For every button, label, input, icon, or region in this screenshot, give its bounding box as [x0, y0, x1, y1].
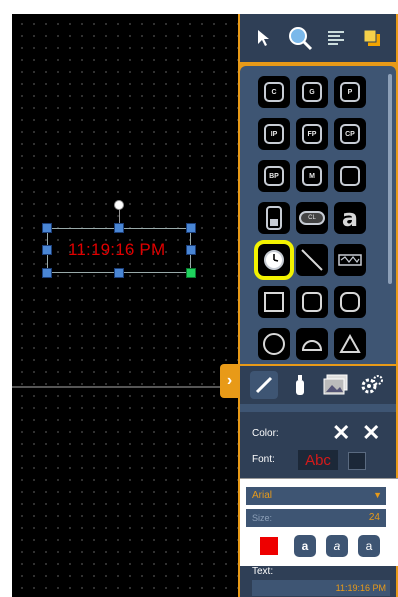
- resize-handle-s[interactable]: [114, 268, 124, 278]
- tab-settings[interactable]: [358, 371, 386, 399]
- shape-bp[interactable]: BP: [258, 160, 290, 192]
- shape-text[interactable]: a: [334, 202, 366, 234]
- resize-handle-e[interactable]: [186, 245, 196, 255]
- image-icon: [323, 374, 348, 395]
- line-icon: [301, 249, 323, 271]
- italic-a-icon: a: [333, 539, 341, 553]
- pencil-icon: [255, 376, 273, 394]
- top-border: [12, 0, 398, 14]
- bold-style-button[interactable]: a: [294, 535, 316, 557]
- shape-cp[interactable]: CP: [334, 118, 366, 150]
- shape-line[interactable]: [296, 244, 328, 276]
- layers-icon[interactable]: [358, 24, 386, 52]
- clock-text-object[interactable]: 11:19:16 PM: [68, 240, 165, 260]
- shape-rounded-square-large[interactable]: [334, 286, 366, 318]
- rotation-handle[interactable]: [114, 200, 124, 210]
- size-value: 24: [368, 512, 380, 523]
- color-label: Color:: [252, 428, 279, 439]
- font-label: Font:: [252, 454, 275, 465]
- shape-label: FP: [302, 124, 322, 144]
- tab-draw[interactable]: [250, 371, 278, 399]
- square-icon: [264, 292, 284, 312]
- resize-handle-nw[interactable]: [42, 223, 52, 233]
- resize-handle-w[interactable]: [42, 245, 52, 255]
- shape-cl[interactable]: CL: [296, 202, 328, 234]
- canvas-guide-line: [12, 386, 222, 388]
- drawing-canvas[interactable]: 11:19:16 PM: [12, 14, 238, 597]
- size-field[interactable]: Size: 24: [246, 509, 386, 527]
- shape-wave[interactable]: [334, 244, 366, 276]
- grid-icon[interactable]: [348, 452, 366, 470]
- text-label: Text:: [252, 566, 274, 577]
- shape-p[interactable]: P: [334, 76, 366, 108]
- resize-handle-ne[interactable]: [186, 223, 196, 233]
- shape-gauge[interactable]: [258, 202, 290, 234]
- shape-label: CL: [299, 211, 325, 225]
- shape-triangle[interactable]: [334, 328, 366, 360]
- rounded-square-large-icon: [340, 292, 360, 312]
- font-name: Arial: [252, 490, 273, 501]
- shape-half-circle[interactable]: [296, 328, 328, 360]
- chevron-down-icon: ▼: [373, 490, 382, 500]
- tab-fill[interactable]: [286, 371, 314, 399]
- shape-m[interactable]: M: [296, 160, 328, 192]
- shape-label: C: [264, 82, 284, 102]
- properties-panel: Color: ✕ ✕ Font: Abc Arial ▼ Size: 24 a …: [240, 412, 398, 597]
- top-toolbar: [240, 14, 396, 62]
- clock-icon: [264, 250, 284, 270]
- shape-ip[interactable]: IP: [258, 118, 290, 150]
- shape-circle[interactable]: [258, 328, 290, 360]
- text-value-field[interactable]: 11:19:16 PM: [252, 580, 390, 596]
- resize-handle-sw[interactable]: [42, 268, 52, 278]
- shape-grid: C G P IP FP CP BP M CL a: [254, 76, 378, 360]
- shape-g[interactable]: G: [296, 76, 328, 108]
- tab-images[interactable]: [322, 371, 350, 399]
- tool-panel: C G P IP FP CP BP M CL a Color: ✕ ✕ Font…: [238, 14, 398, 597]
- shape-label: BP: [264, 166, 284, 186]
- clear-color-icon[interactable]: ✕: [332, 420, 350, 446]
- editor-window: 11:19:16 PM › C G P IP FP CP BP M CL a C…: [0, 0, 398, 597]
- outline-style-button[interactable]: a: [358, 535, 380, 557]
- blank-square-icon: [340, 166, 360, 186]
- rounded-square-icon: [302, 292, 322, 312]
- chevron-right-icon: ›: [226, 372, 233, 389]
- shape-clock[interactable]: [254, 240, 294, 280]
- wave-icon: [338, 254, 362, 266]
- text-a-icon: a: [341, 204, 359, 232]
- shape-rounded-square[interactable]: [296, 286, 328, 318]
- clear-color-icon-2[interactable]: ✕: [362, 420, 380, 446]
- italic-style-button[interactable]: a: [326, 535, 348, 557]
- outline-a-icon: a: [365, 539, 373, 553]
- pointer-icon[interactable]: [250, 24, 278, 52]
- shape-label: G: [302, 82, 322, 102]
- shape-fp[interactable]: FP: [296, 118, 328, 150]
- align-icon[interactable]: [322, 24, 350, 52]
- shape-label: M: [302, 166, 322, 186]
- resize-handle-n[interactable]: [114, 223, 124, 233]
- size-label: Size:: [252, 513, 273, 523]
- shape-label: P: [340, 82, 360, 102]
- palette-scrollbar[interactable]: [388, 74, 392, 284]
- shape-label: IP: [264, 124, 284, 144]
- font-preview-button[interactable]: Abc: [298, 450, 338, 470]
- zoom-icon[interactable]: [286, 24, 314, 52]
- shape-label: CP: [340, 124, 360, 144]
- text-color-swatch[interactable]: [260, 537, 278, 555]
- panel-tabs: [240, 364, 396, 404]
- resize-handle-se[interactable]: [186, 268, 196, 278]
- bottle-icon: [296, 375, 304, 395]
- gauge-icon: [266, 206, 282, 230]
- shape-c[interactable]: C: [258, 76, 290, 108]
- shape-blank-square[interactable]: [334, 160, 366, 192]
- shape-square[interactable]: [258, 286, 290, 318]
- circle-icon: [263, 333, 285, 355]
- triangle-icon: [339, 334, 361, 353]
- half-circle-icon: [301, 340, 323, 351]
- gears-icon: [361, 375, 383, 394]
- collapse-panel-button[interactable]: ›: [220, 364, 239, 398]
- font-select[interactable]: Arial ▼: [246, 487, 386, 505]
- bold-a-icon: a: [301, 539, 309, 553]
- font-popover: Arial ▼ Size: 24 a a a: [240, 478, 398, 566]
